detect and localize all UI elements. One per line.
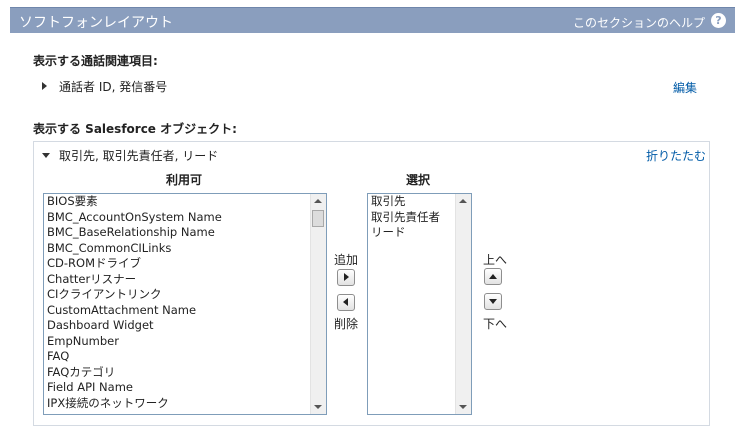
available-items: BIOS要素 BMC_AccountOnSystem Name BMC_Base…: [44, 194, 326, 411]
available-scrollbar[interactable]: [310, 194, 326, 414]
add-button[interactable]: [337, 269, 355, 286]
objects-heading: 表示する Salesforce オブジェクト:: [33, 122, 237, 136]
scroll-down-icon[interactable]: [314, 405, 322, 409]
move-up-label: 上へ: [483, 253, 508, 267]
list-item[interactable]: IPX接続のネットワーク: [44, 396, 326, 412]
scroll-down-icon[interactable]: [459, 405, 467, 409]
move-down-button[interactable]: [484, 293, 502, 310]
list-item[interactable]: BMC_BaseRelationship Name: [44, 225, 326, 241]
collapse-arrow-icon[interactable]: [42, 153, 50, 158]
section-title: ソフトフォンレイアウト: [19, 15, 173, 31]
selected-header: 選択: [406, 173, 431, 187]
available-list[interactable]: BIOS要素 BMC_AccountOnSystem Name BMC_Base…: [43, 193, 327, 415]
edit-link[interactable]: 編集: [673, 79, 697, 96]
arrow-right-icon: [344, 273, 349, 281]
call-fields-heading: 表示する通話関連項目:: [33, 54, 158, 68]
arrow-left-icon: [343, 298, 348, 306]
list-item[interactable]: BIOS要素: [44, 194, 326, 210]
list-item[interactable]: BMC_AccountOnSystem Name: [44, 210, 326, 226]
scroll-thumb[interactable]: [312, 210, 324, 227]
move-down-label: 下へ: [483, 317, 508, 331]
list-item[interactable]: FAQカテゴリ: [44, 365, 326, 381]
expand-arrow-icon[interactable]: [42, 82, 47, 90]
selected-scrollbar[interactable]: [455, 194, 471, 414]
add-label: 追加: [334, 253, 359, 267]
remove-button[interactable]: [337, 294, 355, 311]
collapse-link[interactable]: 折りたたむ: [646, 147, 706, 164]
selected-objects-summary: 取引先, 取引先責任者, リード: [59, 149, 219, 163]
section-header: ソフトフォンレイアウト このセクションのヘルプ ?: [10, 7, 735, 33]
available-header: 利用可: [166, 173, 203, 187]
arrow-down-icon: [489, 299, 497, 304]
arrow-up-icon: [489, 274, 497, 279]
list-item[interactable]: CD-ROMドライブ: [44, 256, 326, 272]
list-item[interactable]: EmpNumber: [44, 334, 326, 350]
list-item[interactable]: CustomAttachment Name: [44, 303, 326, 319]
list-item[interactable]: CIクライアントリンク: [44, 287, 326, 303]
scroll-up-icon[interactable]: [314, 199, 322, 203]
selected-list[interactable]: 取引先 取引先責任者 リード: [367, 193, 472, 415]
list-item[interactable]: FAQ: [44, 349, 326, 365]
list-item[interactable]: Chatterリスナー: [44, 272, 326, 288]
remove-label: 削除: [334, 317, 359, 331]
question-icon[interactable]: ?: [711, 13, 726, 28]
call-fields-value: 通話者 ID, 発信番号: [59, 80, 168, 94]
list-item[interactable]: Field API Name: [44, 380, 326, 396]
move-up-button[interactable]: [484, 268, 502, 285]
list-item[interactable]: BMC_CommonCILinks: [44, 241, 326, 257]
section-help-link[interactable]: このセクションのヘルプ: [573, 14, 705, 31]
list-item[interactable]: Dashboard Widget: [44, 318, 326, 334]
scroll-up-icon[interactable]: [459, 199, 467, 203]
